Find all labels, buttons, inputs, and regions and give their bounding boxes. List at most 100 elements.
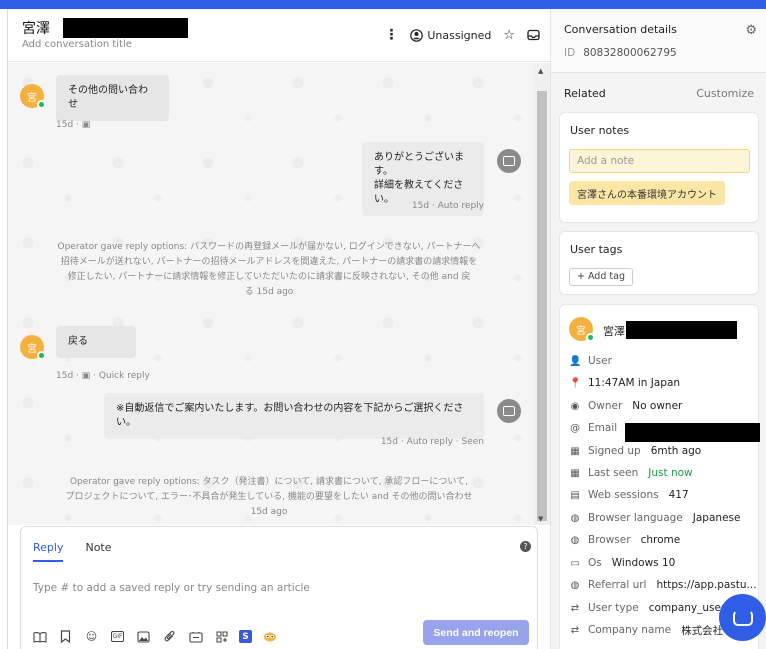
attr-email: @ Email (570, 422, 618, 434)
owner-icon: ◉ (570, 400, 580, 412)
bot-icon (503, 406, 515, 416)
attr-location: 📍 11:47AM in Japan (569, 377, 681, 389)
attr-type: 👤 User (569, 355, 612, 367)
system-reply-options: Operator gave reply options: パスワードの再登録メー… (57, 242, 481, 297)
message-meta: 15d · Auto reply (411, 201, 484, 211)
more-icon[interactable]: ⋮ (384, 27, 398, 43)
chat-icon (732, 609, 753, 626)
top-accent-bar (0, 0, 766, 9)
chart-icon: ▤ (570, 489, 580, 501)
system-reply-options: Operator gave reply options: タスク（発注書）につい… (65, 477, 473, 517)
message-status-icon: ▣ (81, 120, 91, 130)
conversation-header: 宮澤 Add conversation title ⋮ Unassigned ☆ (8, 9, 550, 62)
profile-avatar[interactable]: 宮 (569, 317, 595, 342)
add-tag-button[interactable]: + Add tag (569, 268, 633, 286)
gear-icon[interactable]: ⚙ (745, 23, 757, 38)
redacted-name (63, 18, 188, 38)
scroll-down-icon[interactable]: ▼ (538, 515, 543, 523)
user-avatar[interactable]: 宮 (20, 84, 46, 109)
bookmark-icon[interactable] (57, 629, 74, 644)
contact-name[interactable]: 宮澤 (22, 18, 50, 38)
assignee-label: Unassigned (427, 28, 492, 42)
gif-icon[interactable]: GIF (109, 629, 126, 644)
message-meta: 15d · ▣ (56, 120, 91, 130)
composer-toolbar: ☺ GIF S (31, 629, 278, 644)
reply-composer: Reply Note ? Type # to add a saved reply… (20, 526, 538, 649)
user-circle-icon (410, 28, 424, 42)
emoji-icon[interactable]: ☺ (83, 629, 100, 644)
globe-icon: ◍ (570, 534, 580, 546)
bot-icon (503, 156, 515, 166)
bot-avatar (497, 399, 521, 423)
user-note[interactable]: 宮澤さんの本番環境アカウント (569, 181, 725, 205)
globe-icon: ◍ (570, 579, 580, 591)
bot-message-bubble: ※自動返信でご案内いたします。お問い合わせの内容を下記からご選択ください。 (104, 393, 484, 439)
message-meta: 15d · Auto reply · Seen (380, 437, 484, 447)
attr-company-name: ⇄ Company name 株式会社 (570, 624, 724, 637)
redacted-email (625, 423, 760, 442)
online-indicator (37, 100, 46, 109)
tab-reply[interactable]: Reply (33, 541, 64, 562)
customize-link[interactable]: Customize (696, 87, 754, 100)
conversation-id: ID 80832800062795 (564, 47, 677, 59)
attr-browser: ◍ Browser chrome (570, 534, 681, 546)
arrows-icon: ⇄ (570, 624, 580, 636)
composer-tabs: Reply Note (33, 541, 112, 562)
globe-icon: ◍ (570, 512, 580, 524)
related-heading: Related (564, 87, 606, 100)
attr-last-seen: ▦ Last seen Just now (570, 467, 693, 479)
online-indicator (37, 351, 46, 360)
redacted-name (626, 321, 737, 339)
attr-user-type: ⇄ User type company_user (570, 602, 726, 614)
user-message-bubble: 戻る (56, 326, 136, 358)
user-notes-title: User notes (570, 124, 630, 137)
header-actions: ⋮ Unassigned ☆ (384, 27, 540, 43)
attr-browser-language: ◍ Browser language Japanese (570, 512, 741, 524)
sidebar-title: Conversation details (564, 23, 677, 36)
left-edge (0, 9, 8, 649)
send-and-reopen-button[interactable]: Send and reopen (423, 620, 529, 645)
tab-note[interactable]: Note (85, 541, 111, 562)
calendar-icon: ▦ (570, 445, 580, 457)
bot-avatar (497, 149, 521, 173)
reply-input[interactable]: Type # to add a saved reply or try sendi… (33, 582, 310, 594)
star-icon[interactable]: ☆ (503, 28, 515, 43)
user-message-bubble: その他の問い合わせ (56, 75, 169, 121)
location-pin-icon: 📍 (569, 377, 582, 389)
message-status-icon: ▣ (81, 371, 91, 381)
image-icon[interactable] (135, 629, 152, 644)
user-tags-title: User tags (570, 243, 623, 256)
assignee-button[interactable]: Unassigned (410, 29, 491, 42)
profile-name[interactable]: 宮澤 (603, 323, 625, 339)
arrows-icon: ⇄ (570, 602, 580, 614)
add-title-link[interactable]: Add conversation title (22, 39, 132, 50)
at-icon: @ (570, 422, 580, 434)
apps-icon[interactable] (213, 629, 230, 644)
owl-app-icon[interactable] (261, 629, 278, 644)
thread-scrollbar[interactable]: ▲ ▼ (534, 63, 550, 525)
attr-signed-up: ▦ Signed up 6mth ago (570, 445, 702, 457)
attr-owner: ◉ Owner No owner (570, 400, 683, 412)
user-icon: 👤 (569, 355, 582, 367)
sidebar-header: Conversation details ⚙ ID 80832800062795 (551, 9, 766, 73)
s-app-icon[interactable]: S (239, 630, 252, 643)
conversation-panel: 宮澤 Add conversation title ⋮ Unassigned ☆… (8, 9, 550, 649)
calendar-icon: ▦ (570, 467, 580, 479)
user-avatar[interactable]: 宮 (20, 335, 46, 360)
online-indicator (586, 333, 595, 342)
article-icon[interactable] (31, 629, 48, 644)
add-note-input[interactable]: Add a note (569, 149, 750, 173)
attr-referral-url: ◍ Referral url https://app.pastu... (570, 579, 757, 591)
inbox-icon[interactable] (527, 29, 540, 41)
ticket-icon[interactable] (187, 629, 204, 644)
user-tags-card: User tags + Add tag (559, 231, 759, 295)
scrollbar-thumb[interactable] (537, 91, 547, 521)
messenger-launcher-button[interactable] (719, 594, 766, 641)
message-thread[interactable]: 宮 その他の問い合わせ 15d · ▣ ありがとうございます。 詳細を教えてくだ… (8, 63, 534, 525)
scroll-up-icon[interactable]: ▲ (538, 67, 543, 75)
message-meta: 15d · ▣ · Quick reply (56, 371, 150, 381)
attachment-icon[interactable] (161, 629, 178, 644)
attr-web-sessions: ▤ Web sessions 417 (570, 489, 689, 501)
help-icon[interactable]: ? (520, 541, 531, 552)
conversation-details-sidebar: Conversation details ⚙ ID 80832800062795 … (550, 9, 766, 649)
